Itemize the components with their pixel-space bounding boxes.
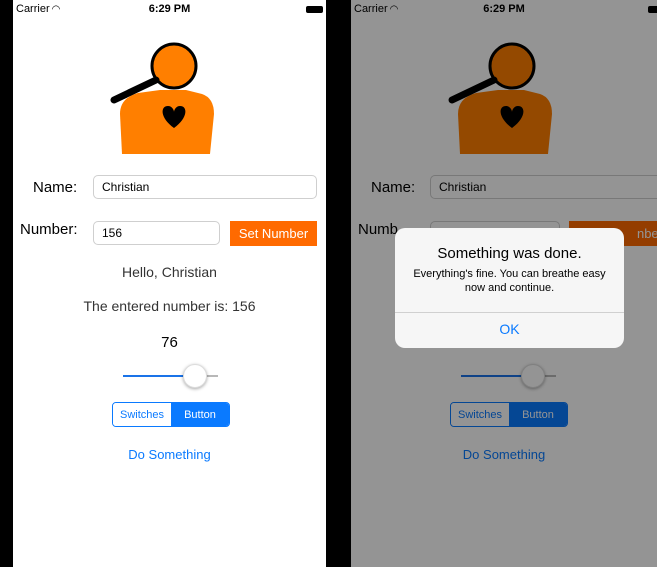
number-label: Number:: [20, 221, 78, 238]
slider-value-text: 76: [161, 334, 178, 351]
status-bar: Carrier ◠ 6:29 PM: [13, 0, 326, 20]
name-input[interactable]: [93, 175, 317, 199]
do-something-button[interactable]: Do Something: [13, 447, 326, 462]
logo-body: [120, 90, 214, 154]
alert-message: Everything's fine. You can breathe easy …: [413, 268, 606, 294]
alert-ok-button[interactable]: OK: [395, 321, 624, 337]
slider-thumb[interactable]: [183, 364, 208, 388]
number-input[interactable]: [93, 221, 220, 245]
clock: 6:29 PM: [148, 3, 191, 15]
segment-button[interactable]: Button: [171, 403, 229, 426]
segment-switches[interactable]: Switches: [113, 403, 171, 426]
alert-divider: [395, 312, 624, 313]
greeting-text: Hello, Christian: [122, 264, 217, 280]
phone-screen-main: Carrier◠ 6:29 PM Name: Number: Set Numbe…: [13, 0, 326, 567]
name-label: Name:: [33, 179, 78, 196]
battery-icon: [306, 6, 323, 13]
alert-title: Something was done.: [437, 245, 582, 262]
entered-number-text: The entered number is: 156: [83, 298, 256, 314]
phone-screen-alert: Carrier◠ 6:29 PM Name: Numb nber Switche…: [351, 0, 657, 567]
set-number-button[interactable]: Set Number: [230, 221, 317, 246]
mode-segmented-control[interactable]: Switches Button: [112, 402, 230, 427]
app-logo-icon: [110, 42, 214, 154]
alert-dialog: Something was done. Everything's fine. Y…: [395, 228, 624, 348]
